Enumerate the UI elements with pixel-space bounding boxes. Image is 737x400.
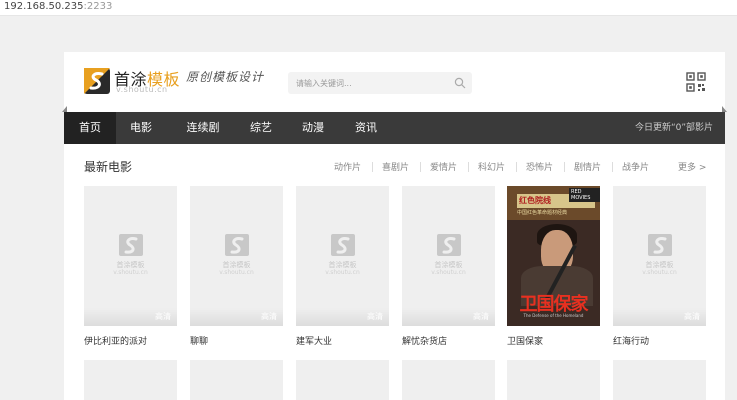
url-text[interactable]: 192.168.50.235:2233 (4, 1, 112, 12)
movie-card[interactable]: 首涂模板 v.shoutu.cn 高清 (84, 186, 177, 326)
movie-title[interactable]: 聊聊 (190, 334, 208, 347)
movie-card[interactable]: 首涂模板 v.shoutu.cn 高清 (190, 186, 283, 326)
section-title: 最新电影 (84, 160, 133, 174)
movie-card[interactable]: 首涂模板 v.shoutu.cn 高清 (613, 186, 706, 326)
placeholder-logo-icon (648, 234, 672, 256)
hd-badge: 高清 (684, 312, 700, 321)
poster-tag: RED MOVIES (569, 188, 600, 202)
movie-card[interactable]: 首涂模板 v.shoutu.cn 高清 (402, 186, 495, 326)
hd-badge: 高清 (155, 312, 171, 321)
category-divider (516, 162, 517, 172)
category-divider (372, 162, 373, 172)
search-input[interactable] (288, 72, 448, 94)
category-link-war[interactable]: 战争片 (622, 160, 649, 173)
movie-title[interactable]: 伊比利亚的派对 (84, 334, 147, 347)
main-nav: 首页 电影 连续剧 综艺 动漫 资讯 今日更新“0”部影片 (64, 112, 725, 144)
site-header: 首涂模板 v.shoutu.cn 原创模板设计 (64, 52, 725, 112)
category-link-scifi[interactable]: 科幻片 (478, 160, 505, 173)
placeholder-url: v.shoutu.cn (325, 269, 360, 276)
movie-title[interactable]: 解忧杂货店 (402, 334, 447, 347)
hd-badge: 高清 (473, 312, 489, 321)
category-link-horror[interactable]: 恐怖片 (526, 160, 553, 173)
url-port: :2233 (83, 1, 113, 12)
more-link[interactable]: 更多 > (678, 160, 706, 173)
nav-item-variety[interactable]: 综艺 (240, 112, 282, 144)
placeholder-url: v.shoutu.cn (113, 269, 148, 276)
movie-card-placeholder[interactable] (507, 360, 600, 400)
header-slogan: 原创模板设计 (186, 70, 265, 84)
category-divider (612, 162, 613, 172)
nav-item-home[interactable]: 首页 (64, 112, 116, 144)
poster-subtitle: 中国红色革命题材经典 (517, 210, 568, 216)
logo-subtitle: v.shoutu.cn (116, 85, 168, 94)
movie-card-placeholder[interactable] (84, 360, 177, 400)
logo-icon[interactable] (84, 68, 110, 94)
category-divider (564, 162, 565, 172)
nav-item-series[interactable]: 连续剧 (176, 112, 230, 144)
movie-card[interactable]: 首涂模板 v.shoutu.cn 高清 (296, 186, 389, 326)
placeholder-logo-icon (225, 234, 249, 256)
url-host: 192.168.50.235 (4, 1, 84, 12)
category-divider (420, 162, 421, 172)
movie-title[interactable]: 建军大业 (296, 334, 332, 347)
movie-card-placeholder[interactable] (402, 360, 495, 400)
search-icon[interactable] (454, 77, 466, 89)
category-link-romance[interactable]: 爱情片 (430, 160, 457, 173)
movie-card-placeholder[interactable] (190, 360, 283, 400)
category-divider (468, 162, 469, 172)
placeholder-url: v.shoutu.cn (431, 269, 466, 276)
category-link-comedy[interactable]: 喜剧片 (382, 160, 409, 173)
movie-poster: 红色院线 RED MOVIES 中国红色革命题材经典 卫国保家 The Defe… (507, 186, 600, 326)
placeholder-logo-icon (437, 234, 461, 256)
daily-update-text: 今日更新“0”部影片 (634, 123, 713, 133)
search-box (288, 72, 472, 94)
hd-badge: 高清 (261, 312, 277, 321)
hd-badge: 高清 (367, 312, 383, 321)
movie-title[interactable]: 红海行动 (613, 334, 649, 347)
nav-item-movies[interactable]: 电影 (120, 112, 162, 144)
placeholder-url: v.shoutu.cn (219, 269, 254, 276)
poster-english-title: The Defense of the Homeland (523, 313, 584, 318)
qr-code-icon[interactable] (686, 72, 706, 92)
nav-item-news[interactable]: 资讯 (345, 112, 387, 144)
movie-card[interactable]: 红色院线 RED MOVIES 中国红色革命题材经典 卫国保家 The Defe… (507, 186, 600, 326)
movie-title[interactable]: 卫国保家 (507, 334, 543, 347)
movie-card-placeholder[interactable] (296, 360, 389, 400)
category-link-drama[interactable]: 剧情片 (574, 160, 601, 173)
movie-card-placeholder[interactable] (613, 360, 706, 400)
browser-address-bar[interactable]: 192.168.50.235:2233 (0, 0, 737, 16)
poster-banner-text: 红色院线 (519, 196, 551, 205)
placeholder-logo-icon (331, 234, 355, 256)
placeholder-url: v.shoutu.cn (642, 269, 677, 276)
page-container: 首涂模板 v.shoutu.cn 原创模板设计 首页 电影 连续剧 (62, 52, 727, 400)
nav-item-anime[interactable]: 动漫 (292, 112, 334, 144)
placeholder-logo-icon (119, 234, 143, 256)
category-link-action[interactable]: 动作片 (334, 160, 361, 173)
